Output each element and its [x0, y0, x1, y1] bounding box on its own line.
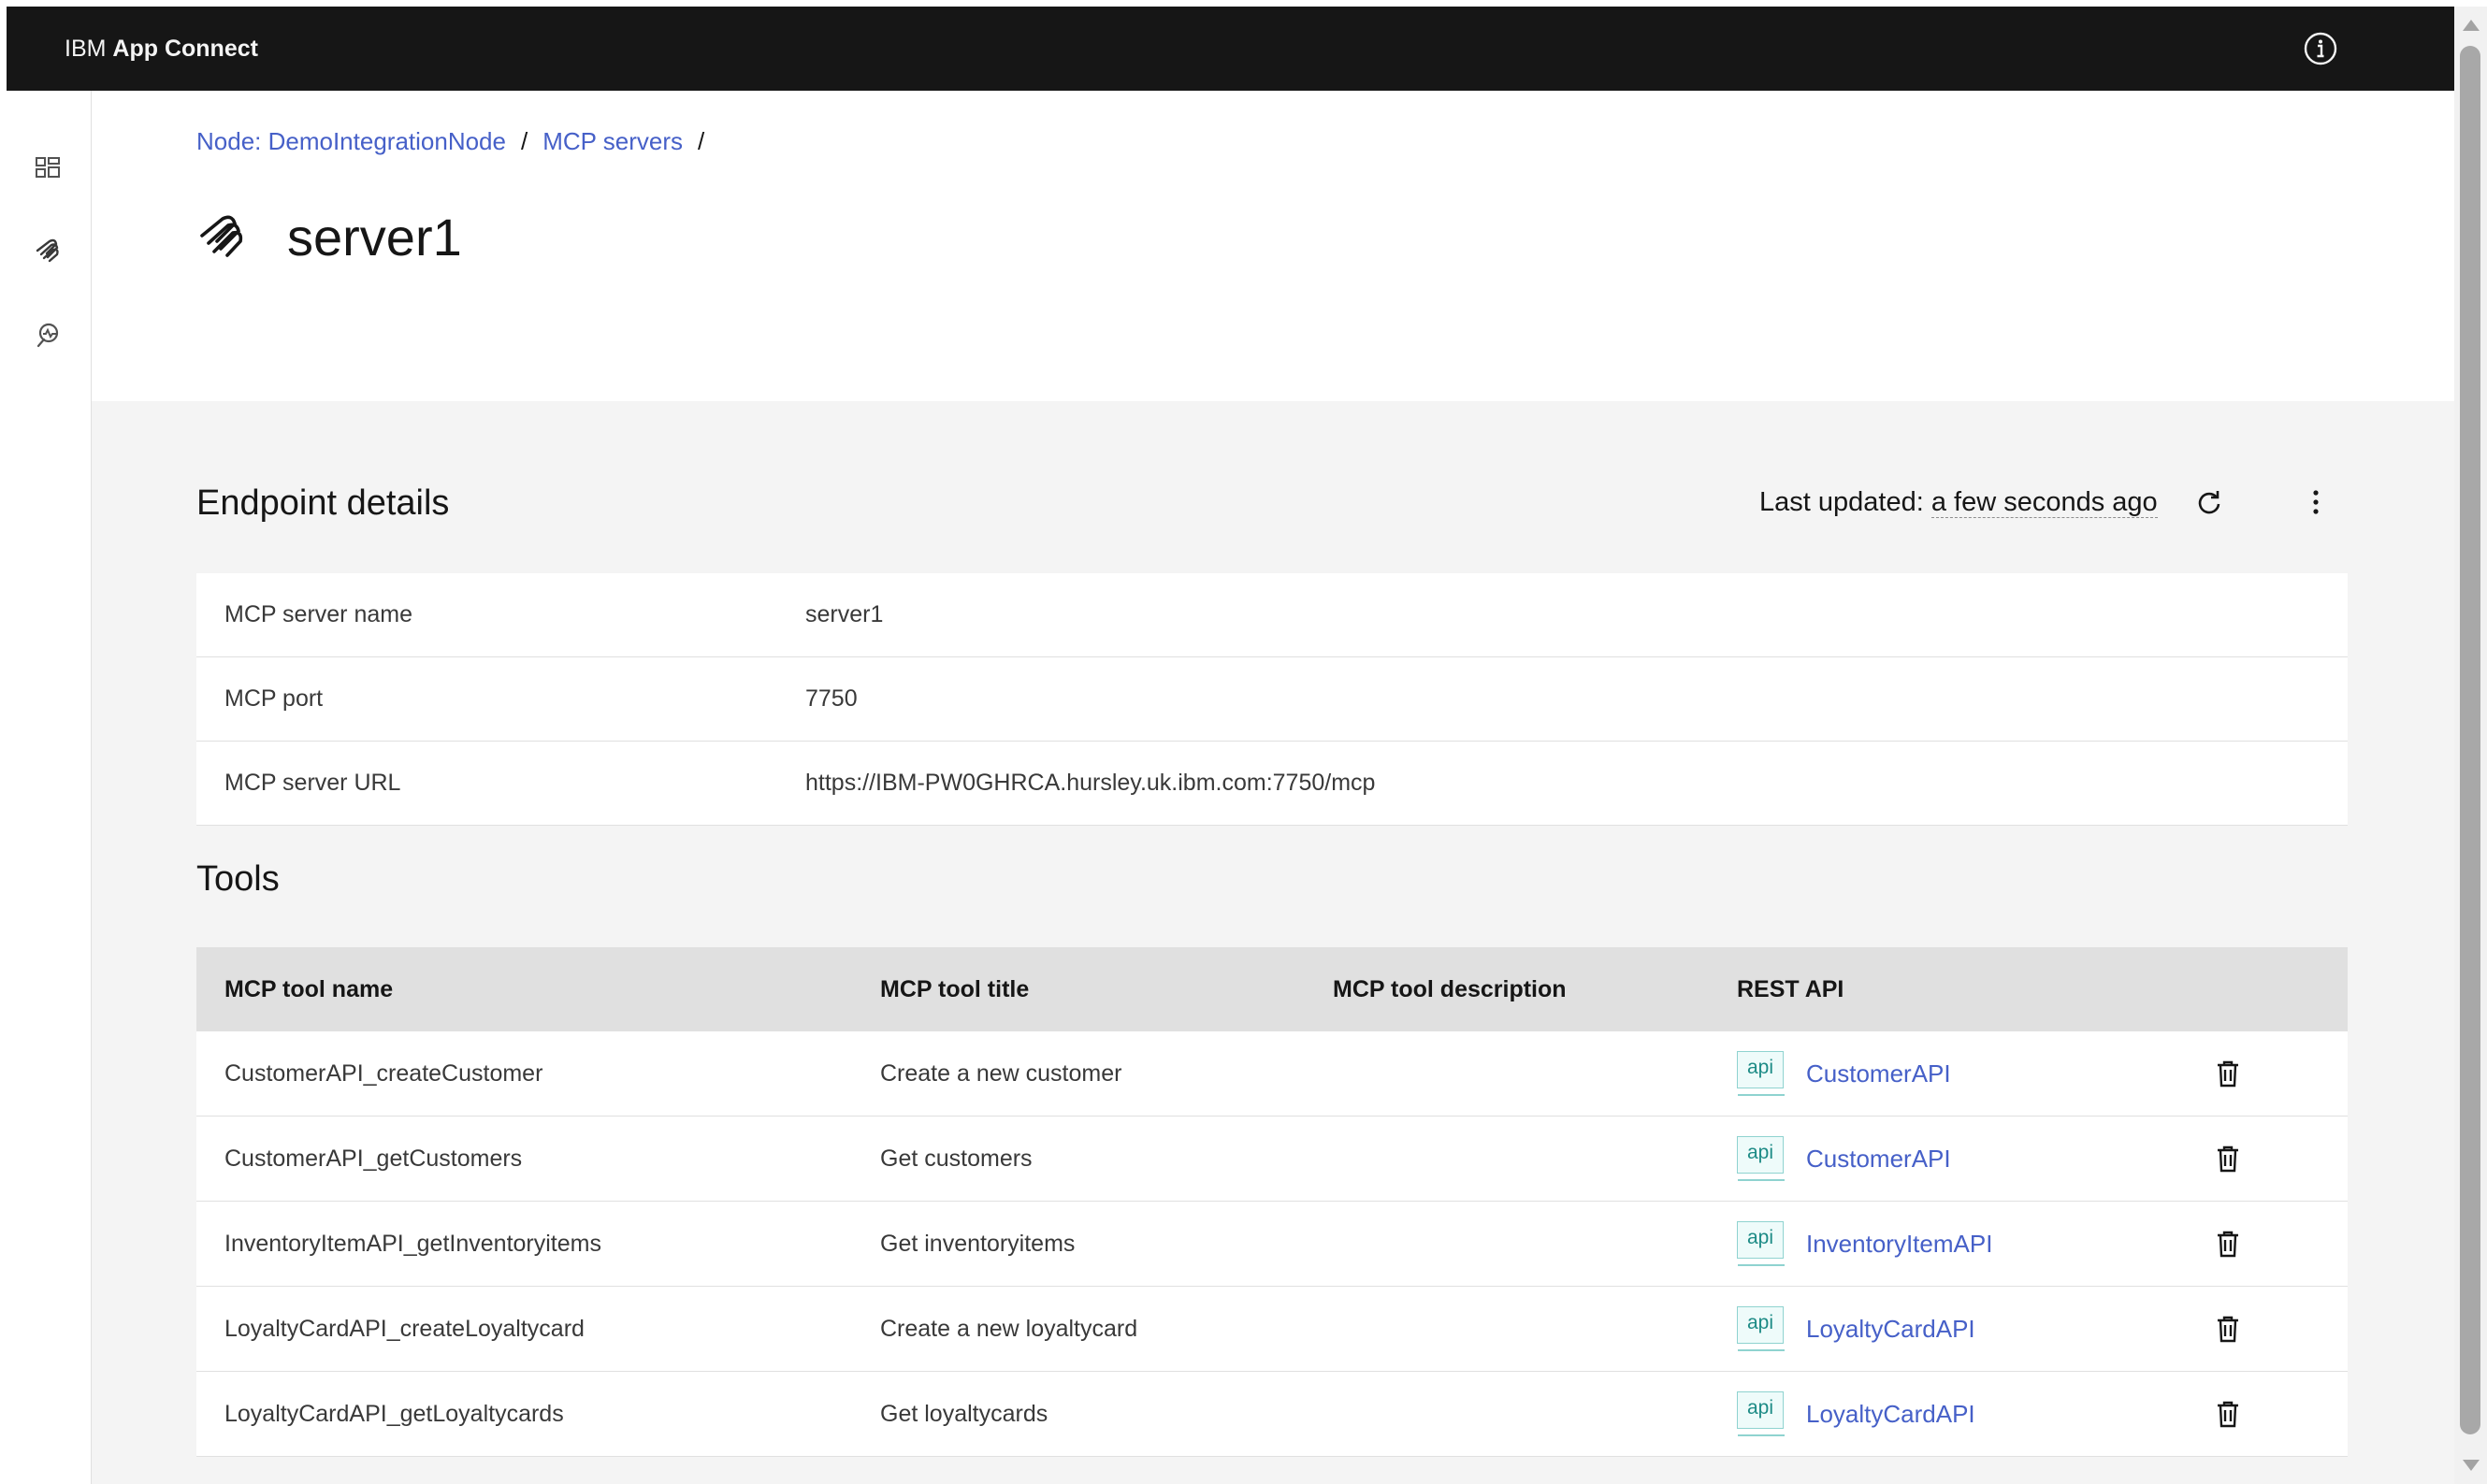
column-header-tool-title[interactable]: MCP tool title	[880, 947, 1029, 1031]
information-icon[interactable]	[2303, 31, 2338, 66]
trash-can-icon[interactable]	[2212, 1398, 2244, 1430]
trash-can-icon[interactable]	[2212, 1143, 2244, 1174]
detail-row-server-url: MCP server URL https://IBM-PW0GHRCA.hurs…	[196, 742, 2348, 826]
breadcrumb-link-mcp-servers[interactable]: MCP servers	[542, 127, 683, 155]
dashboard-icon[interactable]	[31, 151, 65, 184]
tool-title: Get inventoryitems	[880, 1231, 1076, 1257]
rest-api-link[interactable]: CustomerAPI	[1806, 1117, 1951, 1201]
tool-name: LoyaltyCardAPI_createLoyaltycard	[224, 1316, 585, 1342]
page-title: server1	[287, 208, 462, 267]
api-tag: api	[1737, 1051, 1785, 1096]
tool-name: LoyaltyCardAPI_getLoyaltycards	[224, 1401, 564, 1427]
detail-label: MCP server URL	[224, 770, 401, 796]
api-tag: api	[1737, 1306, 1785, 1351]
breadcrumb-separator: /	[698, 127, 705, 155]
endpoint-details-heading: Endpoint details	[196, 483, 450, 523]
scroll-up-arrow-icon[interactable]	[2463, 20, 2480, 31]
rest-api-link[interactable]: LoyaltyCardAPI	[1806, 1287, 1975, 1371]
page-body: Endpoint details Last updated: a few sec…	[92, 401, 2454, 1484]
activity-monitor-icon[interactable]	[31, 319, 65, 353]
rest-api-link[interactable]: CustomerAPI	[1806, 1031, 1951, 1116]
detail-label: MCP server name	[224, 601, 412, 627]
rest-api-link[interactable]: InventoryItemAPI	[1806, 1202, 1992, 1286]
table-row: CustomerAPI_getCustomers Get customers a…	[196, 1117, 2348, 1202]
vertical-scrollbar[interactable]	[2454, 7, 2487, 1484]
mcp-server-icon[interactable]	[31, 235, 65, 268]
api-tag: api	[1737, 1136, 1785, 1181]
tools-heading: Tools	[196, 859, 280, 899]
app-brand[interactable]: IBM App Connect	[65, 7, 258, 91]
detail-label: MCP port	[224, 685, 324, 712]
api-tag: api	[1737, 1391, 1785, 1436]
tool-title: Create a new loyaltycard	[880, 1316, 1138, 1342]
last-updated-value[interactable]: a few seconds ago	[1930, 487, 2158, 518]
brand-name: App Connect	[112, 36, 258, 62]
endpoint-details-table: MCP server name server1 MCP port 7750 MC…	[196, 573, 2348, 826]
column-header-tool-description[interactable]: MCP tool description	[1333, 947, 1567, 1031]
mcp-server-icon	[196, 212, 251, 267]
detail-row-server-name: MCP server name server1	[196, 573, 2348, 657]
breadcrumb-link-node[interactable]: Node: DemoIntegrationNode	[196, 127, 506, 155]
last-updated-label: Last updated:	[1759, 487, 1924, 517]
table-row: CustomerAPI_createCustomer Create a new …	[196, 1031, 2348, 1117]
tool-title: Get customers	[880, 1145, 1033, 1172]
brand-prefix: IBM	[65, 36, 107, 62]
tool-title: Get loyaltycards	[880, 1401, 1048, 1427]
detail-row-port: MCP port 7750	[196, 657, 2348, 742]
tool-title: Create a new customer	[880, 1060, 1122, 1087]
main-content: Node: DemoIntegrationNode / MCP servers / s…	[92, 91, 2454, 1484]
tool-name: CustomerAPI_getCustomers	[224, 1145, 523, 1172]
tool-name: CustomerAPI_createCustomer	[224, 1060, 543, 1087]
table-row: LoyaltyCardAPI_createLoyaltycard Create …	[196, 1287, 2348, 1372]
refresh-icon[interactable]	[2193, 487, 2225, 519]
last-updated: Last updated: a few seconds ago	[1759, 483, 2158, 521]
trash-can-icon[interactable]	[2212, 1313, 2244, 1345]
side-navigation	[7, 91, 92, 1484]
table-row: InventoryItemAPI_getInventoryitems Get i…	[196, 1202, 2348, 1287]
column-header-tool-name[interactable]: MCP tool name	[224, 947, 393, 1031]
rest-api-link[interactable]: LoyaltyCardAPI	[1806, 1372, 1975, 1456]
detail-value: 7750	[805, 685, 858, 712]
app-window: IBM App Connect Node: DemoIntegrationNod…	[7, 7, 2454, 1484]
table-row: LoyaltyCardAPI_getLoyaltycards Get loyal…	[196, 1372, 2348, 1457]
tool-name: InventoryItemAPI_getInventoryitems	[224, 1231, 601, 1257]
trash-can-icon[interactable]	[2212, 1058, 2244, 1089]
column-header-rest-api[interactable]: REST API	[1737, 947, 1844, 1031]
detail-value: https://IBM-PW0GHRCA.hursley.uk.ibm.com:…	[805, 770, 1376, 796]
api-tag: api	[1737, 1221, 1785, 1266]
tools-table: MCP tool name MCP tool title MCP tool de…	[196, 947, 2348, 1457]
overflow-menu-icon[interactable]	[2299, 485, 2333, 519]
top-header: IBM App Connect	[7, 7, 2454, 91]
breadcrumb: Node: DemoIntegrationNode / MCP servers /	[196, 124, 719, 158]
trash-can-icon[interactable]	[2212, 1228, 2244, 1260]
scroll-down-arrow-icon[interactable]	[2463, 1460, 2480, 1471]
page-header: Node: DemoIntegrationNode / MCP servers / s…	[92, 91, 2454, 401]
scrollbar-thumb[interactable]	[2460, 46, 2480, 1434]
detail-value: server1	[805, 601, 884, 627]
table-header: MCP tool name MCP tool title MCP tool de…	[196, 947, 2348, 1031]
breadcrumb-separator: /	[520, 127, 528, 155]
